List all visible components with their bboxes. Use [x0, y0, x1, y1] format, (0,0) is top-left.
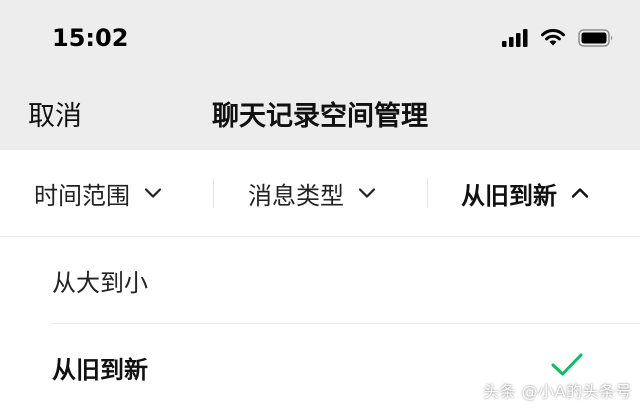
cancel-button[interactable]: 取消 — [28, 94, 82, 133]
status-time: 15:02 — [52, 24, 129, 52]
filter-bar: 时间范围 消息类型 从旧到新 — [0, 150, 640, 237]
chevron-up-icon — [571, 187, 589, 199]
filter-label: 消息类型 — [248, 181, 344, 210]
checkmark-icon — [551, 353, 583, 376]
sort-option-size[interactable]: 从大到小 — [52, 263, 148, 298]
wifi-icon — [541, 29, 565, 46]
option-divider — [52, 323, 640, 324]
filter-sort-order[interactable]: 从旧到新 — [461, 150, 589, 236]
chevron-down-icon — [358, 187, 376, 199]
watermark: 头条 @小A的头条号 — [483, 382, 633, 401]
chevron-down-icon — [144, 187, 162, 199]
status-icons — [502, 28, 614, 47]
filter-label: 从旧到新 — [461, 181, 557, 210]
filter-divider — [213, 178, 214, 208]
filter-label: 时间范围 — [34, 181, 130, 210]
top-area: 15:02 聊天记录空间管理 取消 — [0, 0, 640, 150]
signal-icon — [502, 28, 528, 47]
sort-option-old-to-new[interactable]: 从旧到新 — [52, 350, 148, 385]
filter-time-range[interactable]: 时间范围 — [34, 150, 162, 236]
battery-icon — [578, 28, 613, 47]
filter-message-type[interactable]: 消息类型 — [248, 150, 376, 236]
filter-divider — [427, 178, 428, 208]
page-title: 聊天记录空间管理 — [212, 101, 428, 132]
